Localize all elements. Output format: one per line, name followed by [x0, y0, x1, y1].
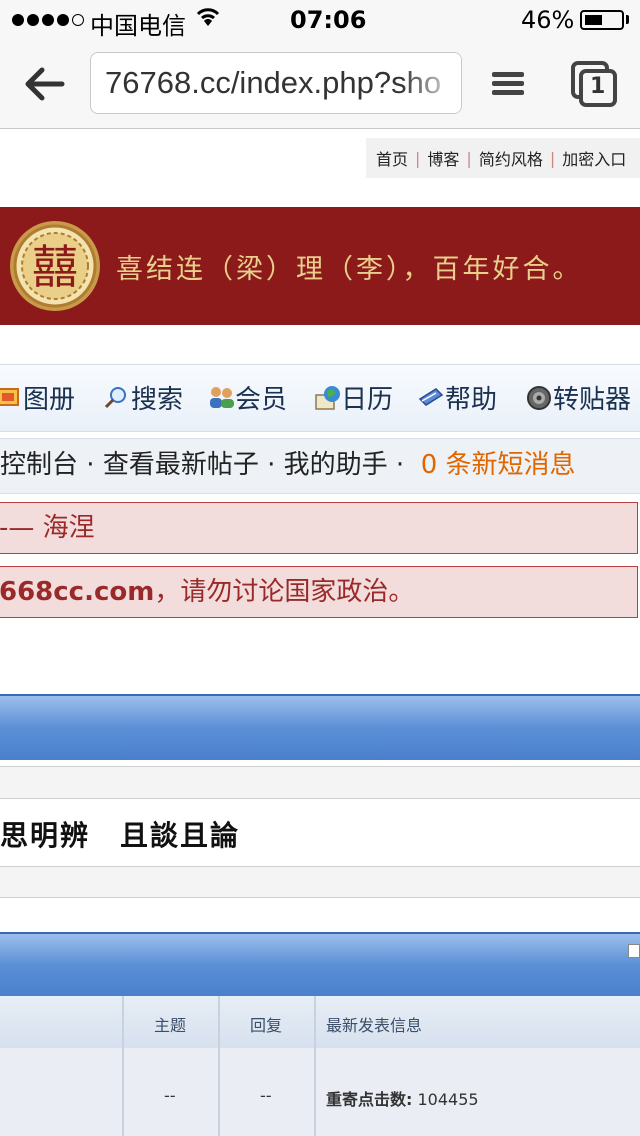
forum-table-header: 主题 回复 最新发表信息 — [0, 996, 640, 1049]
menu-item-members[interactable]: 会员 — [208, 379, 287, 415]
tab-count: 1 — [590, 74, 606, 99]
new-messages-link[interactable]: 条新短消息 — [446, 450, 576, 480]
notice-text: ，请勿讨论国家政治。 — [154, 577, 415, 607]
quote-author: 海涅 — [42, 513, 95, 543]
latest-post-info: 重寄点击数: 104455 — [326, 1090, 479, 1109]
collapse-toggle-icon[interactable] — [628, 944, 640, 958]
help-icon — [418, 385, 444, 409]
menu-item-help[interactable]: 帮助 — [418, 379, 497, 415]
menu-item-calendar[interactable]: 日历 — [314, 379, 393, 415]
menu-item-album[interactable]: 图册 — [0, 379, 75, 415]
status-bar: 中国电信 07:06 46% — [0, 0, 640, 40]
battery-icon — [580, 10, 624, 30]
header-latest-post: 最新发表信息 — [326, 1016, 423, 1035]
header-topics: 主题 — [154, 1016, 187, 1035]
console-link[interactable]: 控制台 — [0, 450, 78, 480]
forum-motto: 思明辨 且談且論 — [0, 819, 241, 852]
menu-icon[interactable] — [490, 66, 526, 102]
forum-menu-bar: 图册 搜索 会员 日历 帮助 转贴器 — [0, 364, 640, 432]
forum-category-header — [0, 932, 640, 996]
user-control-bar: 控制台 · 查看最新帖子 · 我的助手 · 0 条新短消息 — [0, 438, 640, 494]
tabs-button[interactable]: 1 — [570, 60, 620, 110]
url-text: 76768.cc/index.php?sho — [105, 65, 442, 100]
signal-strength-icon — [12, 8, 84, 32]
section-header-bar — [0, 694, 640, 760]
nav-blog-link[interactable]: 博客 — [427, 146, 459, 170]
replies-count: -- — [260, 1086, 272, 1105]
search-icon — [104, 385, 128, 409]
menu-item-repost[interactable]: 转贴器 — [526, 379, 631, 415]
new-message-count: 0 — [420, 450, 438, 480]
quote-notice: -— 海涅 — [0, 502, 638, 554]
battery-percent: 46% — [521, 6, 575, 34]
table-row: -- -- 重寄点击数: 104455 — [0, 1048, 640, 1136]
album-icon — [0, 385, 20, 409]
latest-posts-link[interactable]: 查看最新帖子 — [103, 450, 259, 480]
my-assistant-link[interactable]: 我的助手 — [284, 450, 388, 480]
policy-notice: 668cc.com，请勿讨论国家政治。 — [0, 566, 638, 618]
header-replies: 回复 — [250, 1016, 283, 1035]
nav-encrypted-entry-link[interactable]: 加密入口 — [562, 146, 626, 170]
carrier-label: 中国电信 — [90, 12, 186, 40]
site-banner: 囍 喜结连（梁）理（李），百年好合。 — [0, 207, 640, 325]
members-icon — [208, 385, 234, 409]
banner-slogan: 喜结连（梁）理（李），百年好合。 — [116, 254, 583, 285]
calendar-icon — [314, 385, 340, 410]
section-spacer-row — [0, 866, 640, 898]
wifi-icon — [196, 6, 220, 34]
svg-text:囍: 囍 — [32, 240, 78, 294]
nav-simple-style-link[interactable]: 简约风格 — [479, 146, 543, 170]
browser-toolbar: 76768.cc/index.php?sho 1 — [0, 40, 640, 129]
address-bar[interactable]: 76768.cc/index.php?sho — [90, 52, 462, 114]
nav-home-link[interactable]: 首页 — [376, 146, 408, 170]
top-nav: 首页 | 博客 | 简约风格 | 加密入口 — [366, 138, 640, 178]
topics-count: -- — [164, 1086, 176, 1105]
menu-item-search[interactable]: 搜索 — [104, 379, 183, 415]
repost-icon — [526, 385, 551, 410]
section-spacer-row — [0, 766, 640, 800]
clock: 07:06 — [290, 6, 367, 34]
notice-domain: 668cc.com — [0, 577, 155, 607]
double-happiness-emblem: 囍 — [8, 219, 102, 313]
back-arrow-icon[interactable] — [22, 62, 66, 106]
